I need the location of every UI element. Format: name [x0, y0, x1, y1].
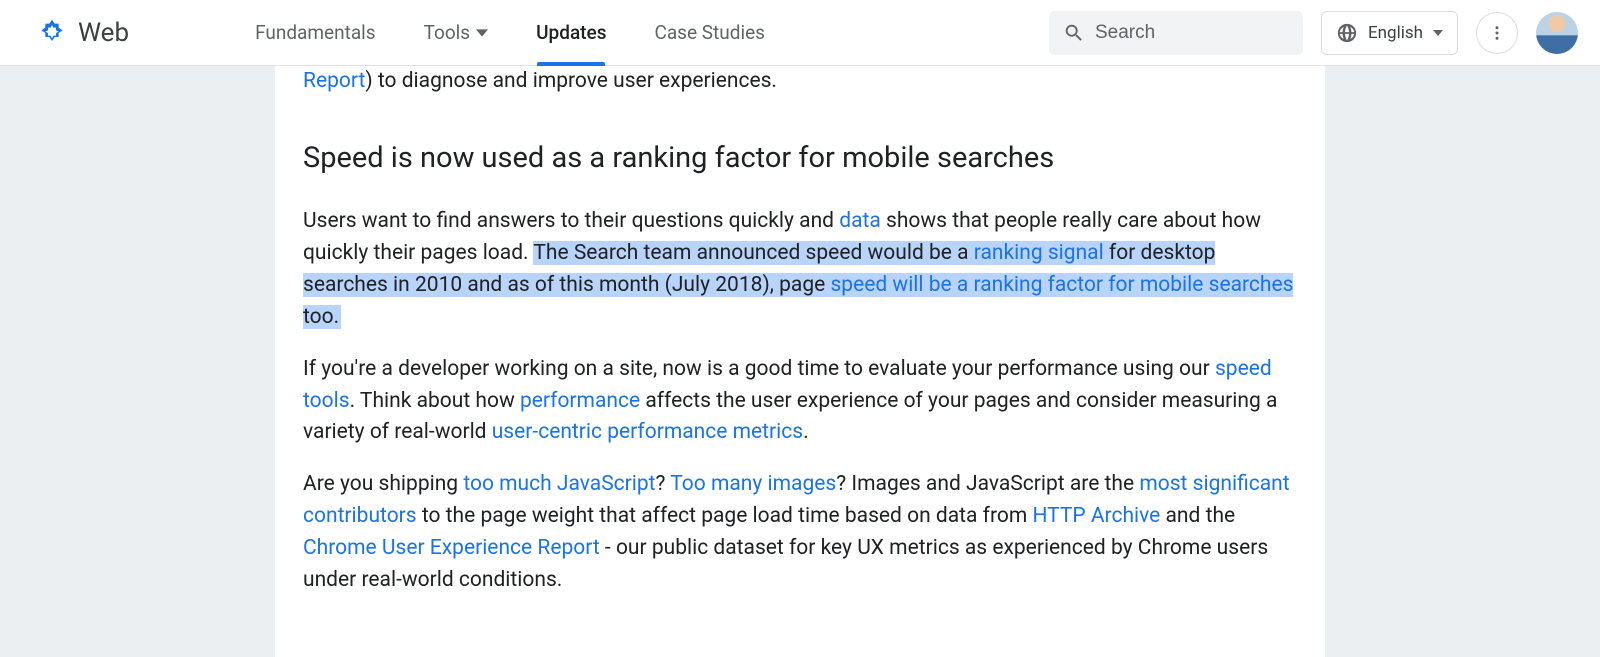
language-label: English: [1368, 23, 1423, 43]
brand-logo-icon: [36, 17, 68, 49]
globe-icon: [1336, 22, 1358, 44]
text: .: [803, 420, 809, 444]
page: Report) to diagnose and improve user exp…: [0, 66, 1600, 657]
link-crux[interactable]: Chrome User Experience Report: [303, 536, 600, 560]
paragraph-fragment-top: Report) to diagnose and improve user exp…: [303, 66, 1297, 98]
link-report[interactable]: Report: [303, 69, 365, 93]
text: . Think about how: [350, 389, 520, 413]
article: Report) to diagnose and improve user exp…: [275, 66, 1325, 657]
kebab-icon: [1488, 24, 1506, 42]
nav-label: Fundamentals: [255, 21, 376, 44]
brand[interactable]: Web: [36, 17, 129, 49]
text: and the: [1160, 504, 1235, 528]
chevron-down-icon: [476, 27, 488, 39]
section-heading: Speed is now used as a ranking factor fo…: [303, 136, 1297, 180]
text: too.: [303, 305, 341, 329]
text: ?: [656, 472, 671, 496]
text: ? Images and JavaScript are the: [836, 472, 1139, 496]
link-mobile-speed[interactable]: speed will be a ranking factor for mobil…: [830, 273, 1293, 297]
link-user-centric-metrics[interactable]: user-centric performance metrics: [492, 420, 803, 444]
header: Web Fundamentals Tools Updates Case Stud…: [0, 0, 1600, 66]
nav-tools[interactable]: Tools: [400, 0, 513, 65]
link-too-many-images[interactable]: Too many images: [670, 472, 836, 496]
nav-updates[interactable]: Updates: [512, 0, 630, 65]
text: to the page weight that affect page load…: [417, 504, 1033, 528]
top-nav: Fundamentals Tools Updates Case Studies: [231, 0, 789, 65]
link-data[interactable]: data: [839, 209, 881, 233]
search-input[interactable]: [1095, 22, 1340, 44]
overflow-menu-button[interactable]: [1476, 12, 1518, 54]
paragraph-3: Are you shipping too much JavaScript? To…: [303, 469, 1297, 597]
header-right: English: [1049, 11, 1578, 55]
nav-label: Case Studies: [654, 21, 764, 44]
text: The Search team announced speed would be…: [533, 241, 973, 265]
avatar[interactable]: [1536, 12, 1578, 54]
chevron-down-icon: [1433, 28, 1443, 38]
link-too-much-js[interactable]: too much JavaScript: [463, 472, 655, 496]
nav-fundamentals[interactable]: Fundamentals: [231, 0, 400, 65]
text: Are you shipping: [303, 472, 463, 496]
article-content: Report) to diagnose and improve user exp…: [275, 66, 1325, 597]
search-icon: [1063, 22, 1085, 44]
language-selector[interactable]: English: [1321, 11, 1458, 55]
brand-name: Web: [78, 18, 129, 48]
paragraph-1: Users want to find answers to their ques…: [303, 206, 1297, 334]
nav-label: Updates: [536, 21, 606, 44]
paragraph-2: If you're a developer working on a site,…: [303, 354, 1297, 450]
text: If you're a developer working on a site,…: [303, 357, 1215, 381]
search-box[interactable]: [1049, 11, 1303, 55]
link-ranking-signal[interactable]: ranking signal: [974, 241, 1104, 265]
link-performance[interactable]: performance: [520, 389, 640, 413]
link-http-archive[interactable]: HTTP Archive: [1032, 504, 1160, 528]
text: ) to diagnose and improve user experienc…: [365, 69, 777, 93]
text: Users want to find answers to their ques…: [303, 209, 839, 233]
nav-label: Tools: [424, 21, 471, 44]
nav-case-studies[interactable]: Case Studies: [630, 0, 788, 65]
